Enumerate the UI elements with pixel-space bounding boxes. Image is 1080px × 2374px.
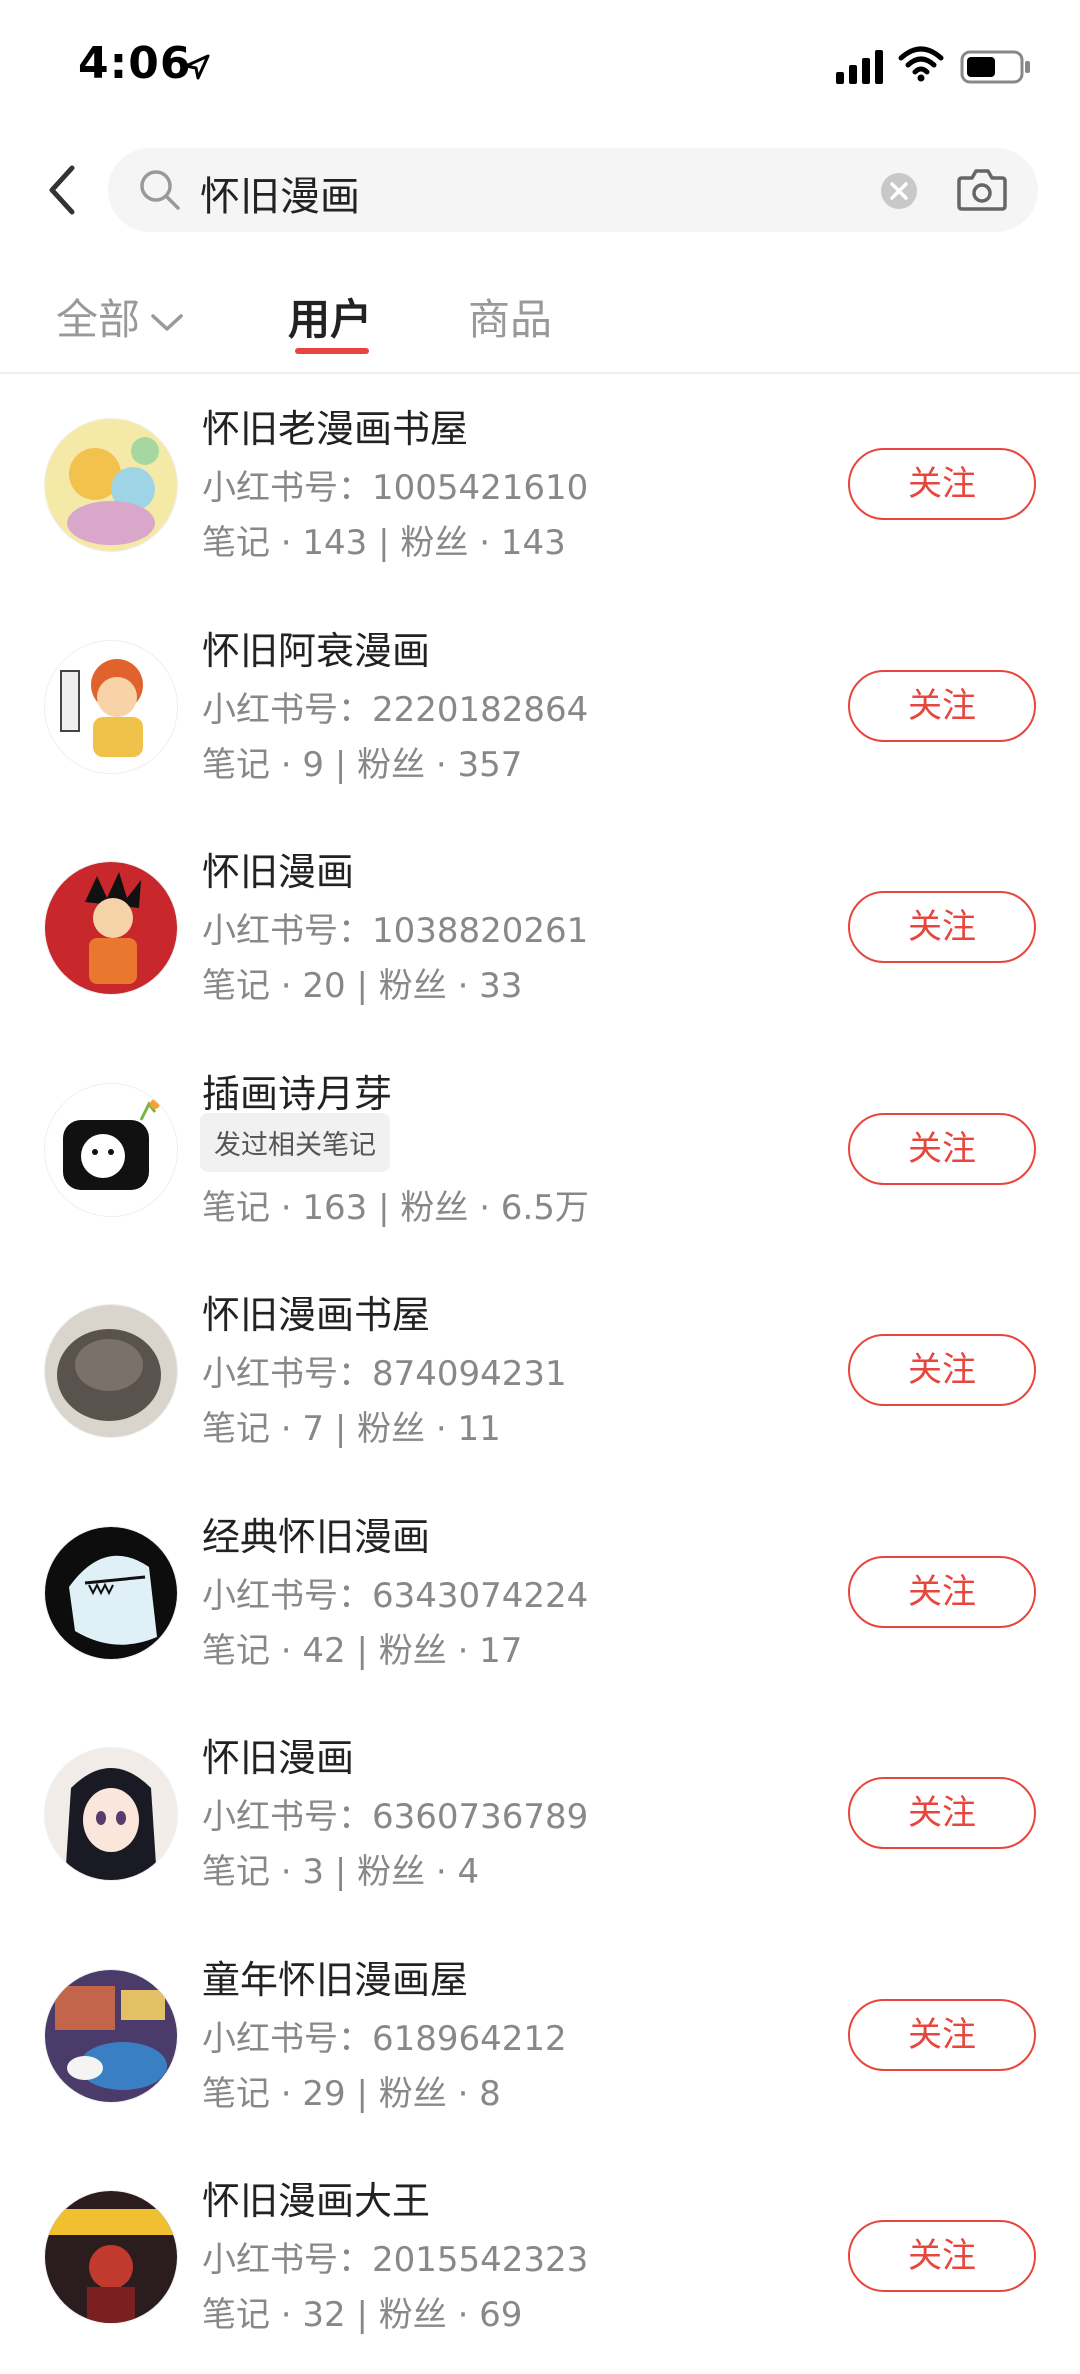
user-row[interactable]: 插画诗月芽 发过相关笔记 笔记 · 163 | 粉丝 · 6.5万 关注 [0,1045,1080,1267]
avatar[interactable] [44,1525,178,1660]
follow-button[interactable]: 关注 [848,1998,1036,2071]
user-name: 怀旧漫画 [202,1736,355,1780]
avatar[interactable] [44,861,178,995]
user-id: 小红书号：1038820261 [202,911,589,951]
search-icon [140,170,180,210]
cellular-signal-icon [836,50,883,84]
user-name: 怀旧漫画大王 [202,2179,431,2223]
user-row[interactable]: 经典怀旧漫画 小红书号：6343074224 笔记 · 42 | 粉丝 · 17… [0,1488,1080,1710]
user-name: 怀旧阿衰漫画 [202,628,431,673]
user-name: 怀旧老漫画书屋 [202,407,469,451]
follow-button[interactable]: 关注 [848,1777,1036,1849]
user-id: 小红书号：1005421610 [202,468,589,508]
avatar[interactable] [44,1747,178,1881]
user-row[interactable]: 怀旧漫画大王 小红书号：2015542323 笔记 · 32 | 粉丝 · 69… [0,2152,1080,2374]
user-name: 经典怀旧漫画 [202,1514,431,1559]
user-row[interactable]: 怀旧阿衰漫画 小红书号：2220182864 笔记 · 9 | 粉丝 · 357… [0,602,1080,824]
user-id: 小红书号：2220182864 [202,689,589,730]
tab-users[interactable]: 用户 [288,286,372,347]
battery-icon [960,50,1030,84]
user-id: 小红书号：6360736789 [202,1797,589,1837]
follow-button[interactable]: 关注 [848,891,1036,963]
user-stats: 笔记 · 163 | 粉丝 · 6.5万 [202,1187,589,1228]
user-row[interactable]: 怀旧老漫画书屋 小红书号：1005421610 笔记 · 143 | 粉丝 · … [0,380,1080,602]
tab-all[interactable]: 全部 [56,286,184,347]
follow-button[interactable]: 关注 [848,669,1036,742]
user-row[interactable]: 怀旧漫画 小红书号：1038820261 笔记 · 20 | 粉丝 · 33 关… [0,823,1080,1045]
user-stats: 笔记 · 7 | 粉丝 · 11 [202,1409,501,1449]
user-stats: 笔记 · 143 | 粉丝 · 143 [202,523,566,563]
clear-search-icon[interactable] [880,172,918,210]
user-row[interactable]: 怀旧漫画 小红书号：6360736789 笔记 · 3 | 粉丝 · 4 关注 [0,1709,1080,1931]
back-arrow-icon[interactable] [40,160,88,220]
wifi-icon [898,46,944,82]
user-name: 怀旧漫画书屋 [202,1293,431,1337]
avatar[interactable] [44,1968,178,2103]
status-time: 4:06 [78,38,192,89]
filter-tabs: 全部 用户 商品 [0,270,1080,374]
chevron-down-icon [151,313,183,331]
avatar[interactable] [44,1304,178,1438]
user-id: 小红书号：618964212 [202,2018,567,2059]
user-name: 怀旧漫画 [202,850,355,894]
follow-button[interactable]: 关注 [848,2220,1036,2292]
avatar[interactable] [44,418,178,552]
user-stats: 笔记 · 42 | 粉丝 · 17 [202,1630,523,1671]
user-id: 小红书号：6343074224 [202,1575,589,1616]
follow-button[interactable]: 关注 [848,1334,1036,1406]
avatar[interactable] [44,639,178,774]
user-stats: 笔记 · 20 | 粉丝 · 33 [202,966,523,1006]
location-arrow-icon [184,54,210,80]
user-id: 小红书号：874094231 [202,1354,567,1394]
tab-all-label: 全部 [56,295,141,344]
user-name: 童年怀旧漫画屋 [202,1957,469,2002]
user-name: 插画诗月芽 [202,1071,393,1116]
user-row[interactable]: 童年怀旧漫画屋 小红书号：618964212 笔记 · 29 | 粉丝 · 8 … [0,1931,1080,2153]
user-id: 小红书号：2015542323 [202,2240,589,2280]
follow-button[interactable]: 关注 [848,1112,1036,1185]
avatar[interactable] [44,2190,178,2324]
search-query[interactable]: 怀旧漫画 [200,164,360,222]
user-result-list: 怀旧老漫画书屋 小红书号：1005421610 笔记 · 143 | 粉丝 · … [0,380,1080,2374]
tab-goods[interactable]: 商品 [468,286,552,347]
avatar[interactable] [44,1082,178,1217]
follow-button[interactable]: 关注 [848,448,1036,520]
search-input[interactable]: 怀旧漫画 [108,148,1038,232]
camera-icon[interactable] [956,166,1008,212]
user-stats: 笔记 · 32 | 粉丝 · 69 [202,2295,523,2335]
status-bar: 4:06 [0,0,1080,140]
follow-button[interactable]: 关注 [848,1555,1036,1628]
user-stats: 笔记 · 9 | 粉丝 · 357 [202,744,523,785]
user-stats: 笔记 · 3 | 粉丝 · 4 [202,1852,480,1892]
user-stats: 笔记 · 29 | 粉丝 · 8 [202,2073,501,2114]
active-tab-indicator [295,348,369,354]
user-row[interactable]: 怀旧漫画书屋 小红书号：874094231 笔记 · 7 | 粉丝 · 11 关… [0,1266,1080,1488]
related-notes-badge: 发过相关笔记 [200,1112,390,1172]
